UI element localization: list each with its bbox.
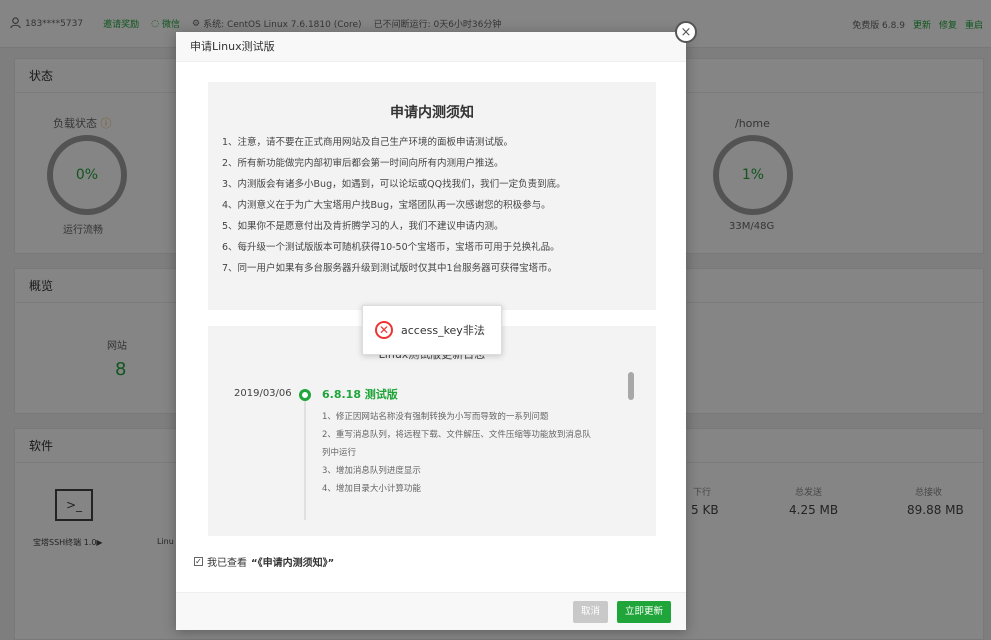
changelog-scrollbar[interactable] xyxy=(628,372,634,400)
notice-item: 3、内测版会有诸多小Bug，如遇到，可以论坛或QQ找我们，我们一定负责到底。 xyxy=(222,179,566,190)
timeline-dot-icon xyxy=(299,389,311,401)
changelog-item: 1、修正因网站名称没有强制转换为小写而导致的一系列问题 xyxy=(322,412,549,422)
notice-list: 1、注意，请不要在正式商用网站及自己生产环境的面板申请测试版。 2、所有新功能做… xyxy=(222,132,642,279)
update-now-button[interactable]: 立即更新 xyxy=(617,601,672,623)
timeline-line xyxy=(304,390,306,520)
changelog-box[interactable]: Linux测试版更新日志 2019/03/06 6.8.18 测试版 1、修正因… xyxy=(208,326,656,536)
error-toast: ✕ access_key非法 xyxy=(362,305,502,355)
changelog-date: 2019/03/06 xyxy=(234,388,292,399)
changelog-item: 2、重写消息队列，将远程下载、文件解压、文件压缩等功能放到消息队 xyxy=(322,430,591,440)
changelog-item: 4、增加目录大小计算功能 xyxy=(322,484,421,494)
changelog-item: 3、增加消息队列进度显示 xyxy=(322,466,421,476)
close-icon[interactable]: × xyxy=(675,21,697,43)
dialog-title: 申请Linux测试版 xyxy=(176,32,686,62)
cancel-button[interactable]: 取消 xyxy=(573,601,609,623)
notice-item: 6、每升级一个测试版版本可随机获得10-50个宝塔币，宝塔币可用于兑换礼品。 xyxy=(222,242,560,253)
agree-checkbox-row[interactable]: ✓ 我已查看 “《申请内测须知》” xyxy=(194,554,334,569)
agree-notice-link[interactable]: “《申请内测须知》” xyxy=(251,554,334,569)
dialog-footer: 取消 立即更新 xyxy=(176,592,686,630)
notice-item: 7、同一用户如果有多台服务器升级到测试版时仅其中1台服务器可获得宝塔币。 xyxy=(222,263,558,274)
changelog-list: 1、修正因网站名称没有强制转换为小写而导致的一系列问题 2、重写消息队列，将远程… xyxy=(322,408,632,498)
agree-checkbox[interactable]: ✓ xyxy=(194,557,203,566)
notice-item: 4、内测意义在于为广大宝塔用户找Bug，宝塔团队再一次感谢您的积极参与。 xyxy=(222,200,551,211)
notice-item: 1、注意，请不要在正式商用网站及自己生产环境的面板申请测试版。 xyxy=(222,137,514,148)
notice-item: 5、如果你不是愿意付出及肯折腾学习的人，我们不建议申请内测。 xyxy=(222,221,504,232)
toast-message: access_key非法 xyxy=(401,324,485,337)
changelog-version: 6.8.18 测试版 xyxy=(322,388,398,401)
notice-item: 2、所有新功能做完内部初审后都会第一时间向所有内测用户推送。 xyxy=(222,158,504,169)
notice-title: 申请内测须知 xyxy=(390,105,474,121)
notice-box: 申请内测须知 1、注意，请不要在正式商用网站及自己生产环境的面板申请测试版。 2… xyxy=(208,82,656,310)
agree-text: 我已查看 xyxy=(207,558,247,569)
changelog-item: 列中运行 xyxy=(322,448,357,458)
error-icon: ✕ xyxy=(375,321,393,339)
